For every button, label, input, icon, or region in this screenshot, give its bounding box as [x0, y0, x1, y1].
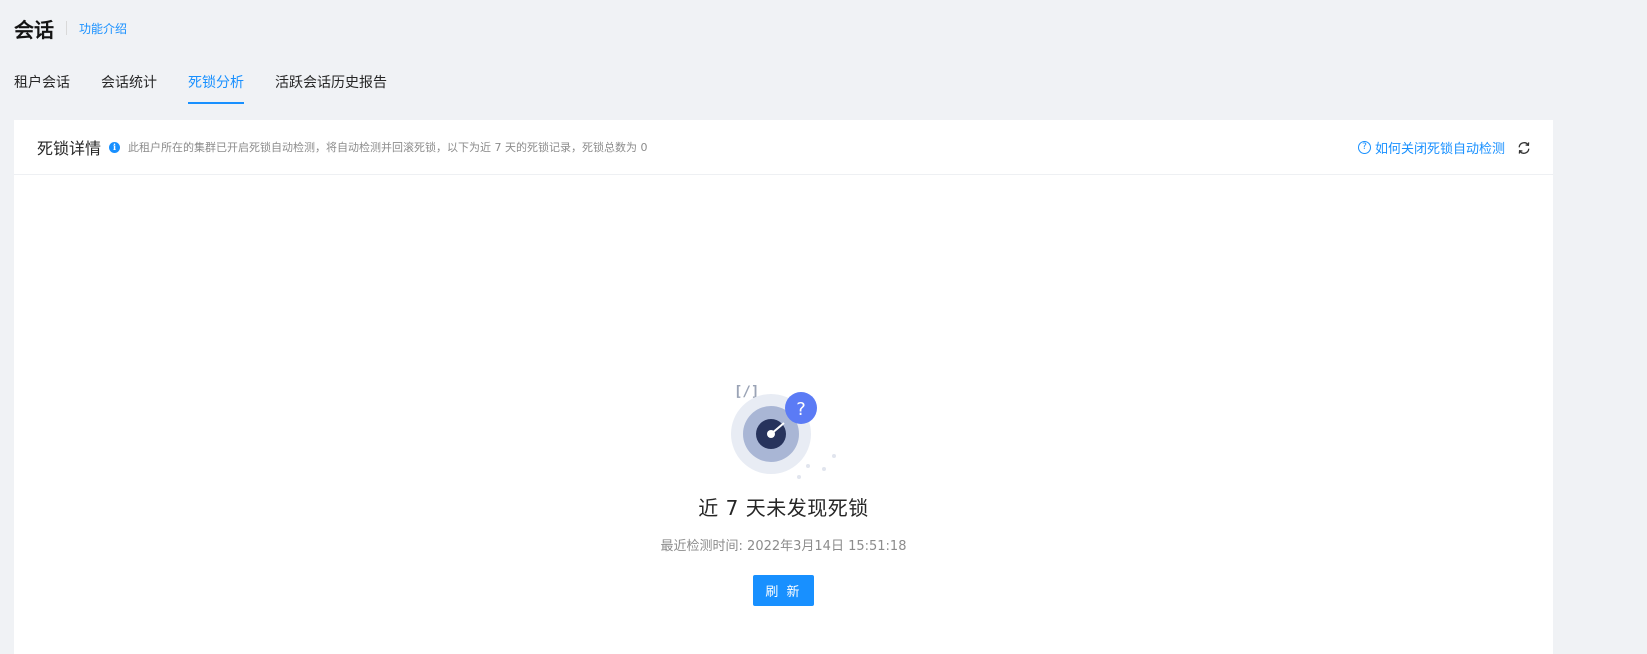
card-description: 此租户所在的集群已开启死锁自动检测，将自动检测并回滚死锁，以下为近 7 天的死锁… [128, 141, 648, 154]
last-check-time: 最近检测时间: 2022年3月14日 15:51:18 [660, 539, 907, 554]
tab-bar: 租户会话 会话统计 死锁分析 活跃会话历史报告 [14, 64, 418, 106]
tab-active-session-history[interactable]: 活跃会话历史报告 [275, 64, 387, 104]
question-mark-icon: ? [796, 399, 806, 420]
title-divider [66, 21, 67, 35]
card-title: 死锁详情 [37, 139, 102, 158]
empty-title: 近 7 天未发现死锁 [698, 496, 869, 520]
page-header: 会话 功能介绍 [14, 14, 127, 42]
header-actions: ? 如何关闭死锁自动检测 [1357, 120, 1531, 174]
help-link[interactable]: ? 如何关闭死锁自动检测 [1357, 138, 1505, 157]
deadlock-card: 死锁详情 i 此租户所在的集群已开启死锁自动检测，将自动检测并回滚死锁，以下为近… [14, 120, 1553, 654]
refresh-button[interactable]: 刷 新 [753, 575, 814, 606]
help-link-label: 如何关闭死锁自动检测 [1374, 141, 1505, 157]
page-title: 会话 [14, 17, 54, 42]
refresh-icon[interactable] [1517, 140, 1531, 154]
tab-deadlock-analysis[interactable]: 死锁分析 [188, 64, 244, 104]
card-header: 死锁详情 i 此租户所在的集群已开启死锁自动检测，将自动检测并回滚死锁，以下为近… [14, 120, 1553, 175]
empty-state: [/] ? 近 7 天未发现死锁 最近检测时间: 2022年3月14日 15:5… [14, 378, 1553, 606]
tab-tenant-sessions[interactable]: 租户会话 [14, 64, 70, 104]
feature-intro-link[interactable]: 功能介绍 [79, 20, 127, 37]
tab-session-stats[interactable]: 会话统计 [101, 64, 157, 104]
info-icon: i [109, 141, 121, 153]
question-circle-icon: ? [1357, 140, 1371, 154]
empty-illustration: [/] ? [720, 378, 850, 484]
